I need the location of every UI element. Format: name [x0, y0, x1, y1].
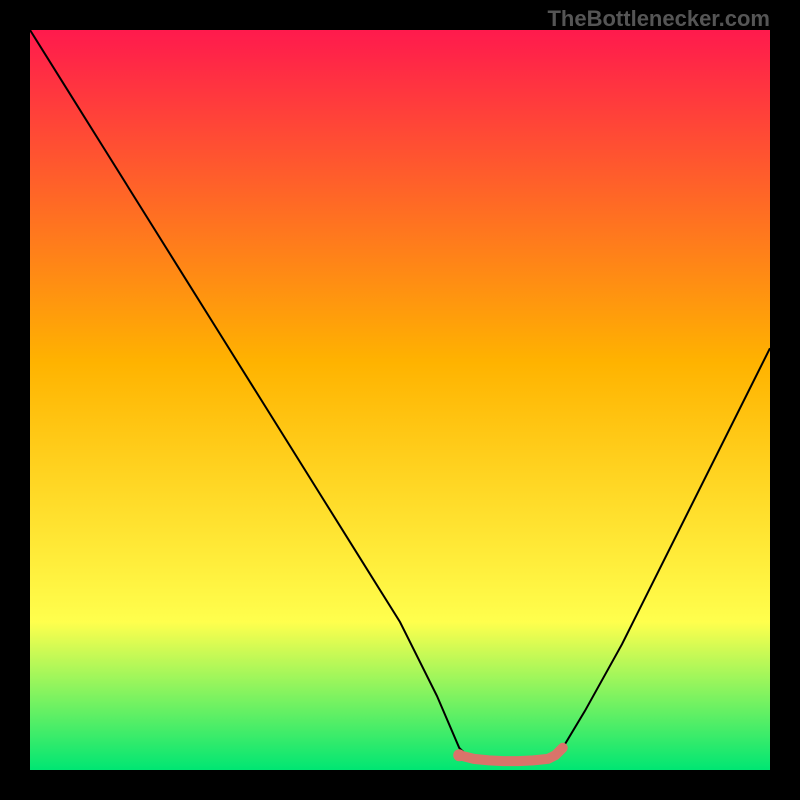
bottleneck-chart — [30, 30, 770, 770]
watermark-text: TheBottlenecker.com — [547, 6, 770, 32]
optimal-range-start-dot — [453, 749, 465, 761]
chart-container — [30, 30, 770, 770]
gradient-background — [30, 30, 770, 770]
